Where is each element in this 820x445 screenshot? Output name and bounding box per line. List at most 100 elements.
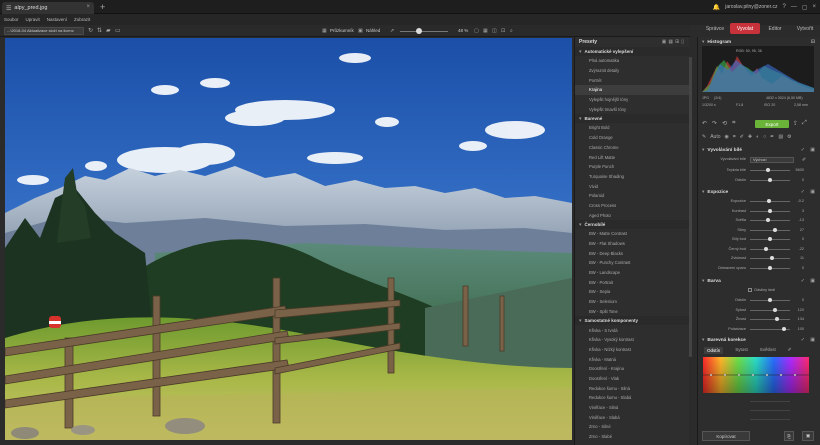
hsl-actions[interactable]: ✓ ▣ bbox=[801, 337, 817, 343]
preview-icon[interactable]: ▣ bbox=[358, 28, 363, 34]
undo-icon[interactable]: ↶ bbox=[702, 120, 707, 127]
explorer-toggle[interactable]: Průzkumník bbox=[330, 28, 354, 33]
explorer-icon[interactable]: ▦ bbox=[322, 28, 327, 34]
preset-item[interactable]: BW - Deep Blacks bbox=[575, 248, 689, 258]
slider-handle[interactable] bbox=[765, 218, 770, 222]
slider-value[interactable]: 0 bbox=[802, 266, 804, 270]
preset-item[interactable]: Aged Photo bbox=[575, 210, 689, 220]
folder-path-field[interactable]: ...\2018-04 Aktualizace složí na licenc bbox=[4, 27, 84, 35]
preset-item[interactable]: Vivid bbox=[575, 181, 689, 191]
preset-item[interactable]: Red Lift Matte bbox=[575, 152, 689, 162]
mask-icon[interactable]: ▨ bbox=[778, 134, 783, 140]
brush-icon[interactable]: ✐ bbox=[740, 134, 744, 140]
heal-icon[interactable]: ✚ bbox=[748, 134, 752, 140]
help-icon[interactable]: ? bbox=[782, 4, 785, 10]
eyedropper-icon[interactable]: ✐ bbox=[802, 157, 806, 163]
preset-item[interactable]: Redukce šumu - Silná bbox=[575, 383, 689, 393]
wand-icon[interactable]: ✎ bbox=[702, 134, 706, 140]
slider-handle[interactable] bbox=[768, 208, 773, 213]
paste-settings-button[interactable]: ⎘ bbox=[784, 431, 794, 441]
photo-canvas[interactable] bbox=[5, 38, 572, 440]
minimize-icon[interactable]: — bbox=[791, 4, 797, 10]
close-tab-icon[interactable]: × bbox=[86, 4, 90, 10]
slider-value[interactable]: -0.2 bbox=[797, 199, 804, 203]
external-icon[interactable]: ⇗ bbox=[390, 28, 394, 34]
color-actions[interactable]: ✓ ▣ bbox=[801, 278, 817, 284]
preset-item[interactable]: Viněface - Slabá bbox=[575, 412, 689, 422]
slider-value[interactable]: 100 bbox=[798, 327, 804, 331]
preset-item[interactable]: Křivka - Matná bbox=[575, 354, 689, 364]
export-button[interactable]: Export bbox=[755, 120, 789, 128]
refresh-icon[interactable]: ↻ bbox=[88, 27, 93, 34]
menu-file[interactable]: Soubor bbox=[4, 17, 19, 22]
folder-icon[interactable]: ▰ bbox=[106, 27, 111, 34]
slider-handle[interactable] bbox=[770, 256, 774, 260]
slider-value[interactable]: 5600 bbox=[796, 168, 804, 172]
preset-item[interactable]: BW - Selenium bbox=[575, 297, 689, 307]
preset-group-header[interactable]: Barevné bbox=[575, 114, 689, 124]
preset-item[interactable]: BW - Punchy Contrast bbox=[575, 258, 689, 268]
preset-item[interactable]: Zvýraznit detaily bbox=[575, 66, 689, 76]
slider-handle[interactable] bbox=[763, 246, 768, 251]
tab-hue[interactable]: Odstín bbox=[704, 347, 724, 354]
slider-track[interactable] bbox=[750, 170, 790, 171]
preset-item[interactable]: Křivka - Vysoký kontrast bbox=[575, 335, 689, 345]
preset-item[interactable]: Doostření - Krajina bbox=[575, 364, 689, 374]
preset-item[interactable]: Doostření - Vlak bbox=[575, 374, 689, 384]
preset-item[interactable]: Křivka - Nízký kontrast bbox=[575, 345, 689, 355]
hsl-section-header[interactable]: Barevná korekce ✓ ▣ bbox=[698, 336, 820, 344]
white-balance-actions[interactable]: ✓ ▣ bbox=[801, 147, 817, 153]
color-section-header[interactable]: Barva ✓ ▣ bbox=[698, 277, 820, 285]
preset-item[interactable]: Turquoise Shading bbox=[575, 172, 689, 182]
slider-handle[interactable] bbox=[768, 237, 772, 241]
notifications-icon[interactable]: 🔔 bbox=[713, 4, 720, 11]
preset-item[interactable]: Purple Punch bbox=[575, 162, 689, 172]
compare-view-icon[interactable]: ◫ bbox=[492, 28, 497, 34]
radial-icon[interactable]: ○ bbox=[763, 134, 766, 140]
slider-handle[interactable] bbox=[772, 307, 777, 312]
new-tab-button[interactable]: + bbox=[100, 2, 105, 12]
tab-lightness[interactable]: Světlost bbox=[760, 347, 776, 354]
close-window-icon[interactable]: × bbox=[812, 4, 816, 10]
grayscale-checkbox-row[interactable]: Odstíny šedi bbox=[748, 288, 775, 292]
preset-item[interactable]: Classic Chrome bbox=[575, 143, 689, 153]
preset-item[interactable]: Viněface - Silná bbox=[575, 403, 689, 413]
crop-icon[interactable]: ⌗ bbox=[732, 120, 735, 127]
histogram-section-header[interactable]: Histogram ⊡ bbox=[698, 38, 820, 46]
preset-group-header[interactable]: Černobílé bbox=[575, 220, 689, 229]
zoom-tool-icon[interactable]: ⌕ bbox=[510, 28, 513, 34]
exposure-section-header[interactable]: Expozice ✓ ▣ bbox=[698, 188, 820, 196]
hsl-picker-icon[interactable]: ✐ bbox=[788, 347, 792, 354]
presets-header-icons[interactable]: ▣▦⊞▯ bbox=[662, 39, 686, 45]
white-balance-section-header[interactable]: Vyvolávání bílé ✓ ▣ bbox=[698, 146, 820, 154]
fullscreen-icon[interactable]: ⤢ bbox=[802, 120, 807, 127]
tab-saturation[interactable]: Sytost bbox=[735, 347, 748, 354]
slider-value[interactable]: 134 bbox=[798, 317, 804, 321]
preset-item[interactable]: Bright Bold bbox=[575, 123, 689, 133]
tab-manager[interactable]: Správce bbox=[700, 23, 730, 34]
slider-value[interactable]: 27 bbox=[800, 228, 804, 232]
slider-handle[interactable] bbox=[766, 168, 770, 172]
rotate-icon[interactable]: ⟲ bbox=[722, 120, 727, 127]
hsl-slider-1[interactable] bbox=[750, 401, 790, 402]
slider-value[interactable]: 3 bbox=[802, 209, 804, 213]
menu-settings[interactable]: Nastavení bbox=[47, 17, 67, 22]
share-icon[interactable]: ⇪ bbox=[793, 120, 798, 127]
slider-value[interactable]: 0 bbox=[802, 298, 804, 302]
preset-item[interactable]: Krajina bbox=[575, 85, 689, 95]
preset-item[interactable]: Portrét bbox=[575, 75, 689, 85]
preset-item[interactable]: Redukce šumu - Slabá bbox=[575, 393, 689, 403]
slider-handle[interactable] bbox=[768, 177, 772, 182]
hue-curve-editor[interactable] bbox=[703, 357, 809, 393]
preset-item[interactable]: Vylepšit tmavší tóny bbox=[575, 104, 689, 114]
redo-icon[interactable]: ↷ bbox=[712, 120, 717, 127]
slider-value[interactable]: -13 bbox=[799, 218, 805, 222]
hsl-slider-2[interactable] bbox=[750, 410, 790, 411]
pen-icon[interactable]: ✒ bbox=[770, 134, 774, 140]
preset-item[interactable]: Zrno - Silné bbox=[575, 422, 689, 432]
tab-editor[interactable]: Editor bbox=[760, 23, 790, 34]
menu-edit[interactable]: Upravit bbox=[26, 17, 40, 22]
preset-item[interactable]: BW - Sepia bbox=[575, 287, 689, 297]
preset-item[interactable]: Křivka - S tvrdá bbox=[575, 325, 689, 335]
preset-item[interactable]: BW - Matte Contrast bbox=[575, 229, 689, 239]
